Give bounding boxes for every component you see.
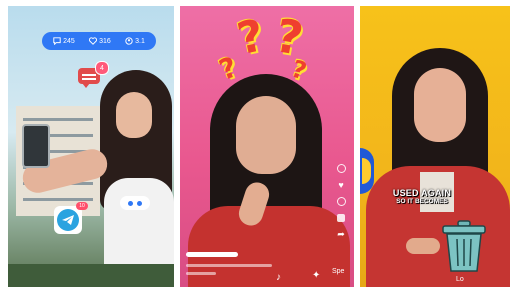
share-icon[interactable]: ➦ — [337, 230, 346, 239]
share-label: Spe — [332, 268, 345, 275]
typing-indicator — [120, 196, 150, 210]
comment-stat: 245 — [53, 37, 75, 45]
bottom-icons: Lo — [456, 276, 474, 283]
bookmark-icon[interactable] — [337, 214, 345, 222]
video-panel-thinking[interactable]: ? ? ? ? ♥ ➦ ♪ ✦ Spe — [180, 6, 354, 287]
paper-plane-icon — [62, 215, 74, 225]
add-icon[interactable] — [336, 164, 346, 173]
question-mark-icon: ? — [214, 50, 242, 87]
description-bar — [186, 264, 272, 267]
woman-face — [116, 92, 152, 138]
caption-bar — [186, 252, 238, 257]
question-mark-icon: ? — [232, 9, 269, 66]
video-caption: USED AGAIN SO IT BECOMES — [374, 188, 470, 205]
caption-line-1: USED AGAIN — [392, 188, 452, 198]
woman-hand — [406, 238, 440, 254]
heart-icon — [89, 37, 98, 45]
notification-badge: 4 — [95, 61, 109, 75]
bottom-label: Lo — [456, 276, 464, 283]
comment-count: 245 — [63, 37, 75, 45]
greenery — [8, 264, 174, 287]
telegram-badge: 10 — [76, 202, 88, 210]
sound-icon[interactable]: ✦ — [312, 270, 320, 281]
likes-count: 316 — [99, 37, 111, 45]
video-side-actions: ♥ ➦ — [334, 164, 348, 250]
followers-stat: 3.1 — [125, 37, 145, 45]
user-icon — [125, 37, 133, 45]
video-panel-recycle[interactable]: USED AGAIN SO IT BECOMES Lo — [360, 6, 510, 287]
caption-line-2: SO IT BECOMES — [396, 198, 448, 205]
video-panel-social[interactable]: 245 316 3.1 4 10 — [8, 6, 174, 287]
woman-face — [414, 68, 466, 142]
engagement-stats-bar: 245 316 3.1 — [42, 32, 156, 50]
music-icon[interactable]: ♪ — [276, 272, 281, 283]
description-bar — [186, 272, 216, 275]
telegram-app-icon[interactable] — [54, 206, 82, 234]
woman-face — [236, 96, 296, 174]
trash-can-icon — [442, 220, 486, 272]
heart-icon[interactable]: ♥ — [337, 181, 346, 190]
comment-icon — [53, 37, 61, 45]
likes-stat: 316 — [89, 37, 111, 45]
followers-count: 3.1 — [135, 37, 145, 45]
phone-in-hand — [22, 124, 50, 168]
comment-icon[interactable] — [336, 197, 346, 206]
